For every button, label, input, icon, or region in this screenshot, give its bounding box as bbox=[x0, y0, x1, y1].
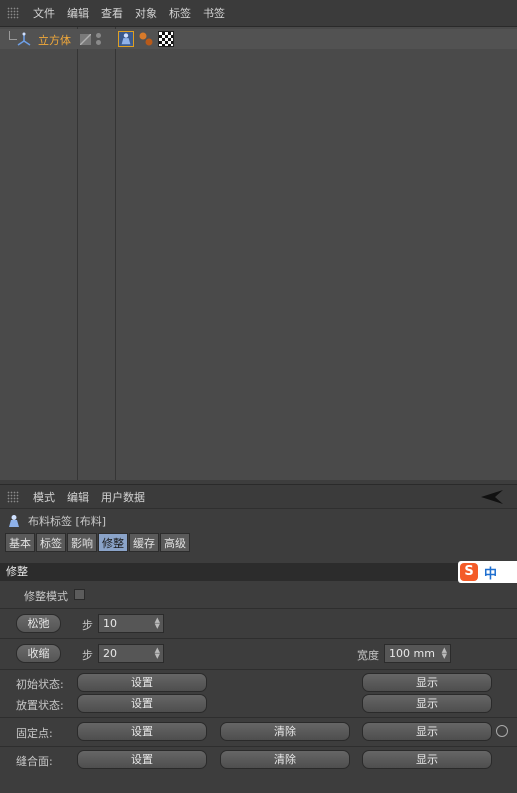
width-value: 100 mm bbox=[389, 647, 435, 660]
menu-view[interactable]: 查看 bbox=[95, 5, 129, 21]
relax-button[interactable]: 松弛 bbox=[16, 614, 61, 633]
seam-polys-set-button[interactable]: 设置 bbox=[77, 750, 207, 769]
column-divider[interactable] bbox=[77, 27, 78, 480]
attribute-manager-menubar: 模式 编辑 用户数据 bbox=[0, 485, 517, 509]
object-row-cube[interactable]: 立方体 bbox=[0, 29, 517, 49]
menu-file[interactable]: 文件 bbox=[27, 5, 61, 21]
object-list[interactable]: 立方体 bbox=[0, 27, 517, 480]
object-manager: 文件 编辑 查看 对象 标签 书签 立方体 bbox=[0, 0, 517, 480]
attribute-title: 布料标签 [布料] bbox=[0, 509, 517, 533]
menu-tags[interactable]: 标签 bbox=[163, 5, 197, 21]
width-label: 宽度 bbox=[357, 649, 379, 662]
spinner-icon[interactable]: ▲ ▼ bbox=[442, 647, 447, 660]
divider bbox=[0, 746, 517, 747]
cloth-tag-icon[interactable] bbox=[118, 31, 134, 47]
menu-bookmarks[interactable]: 书签 bbox=[197, 5, 231, 21]
fix-points-label: 固定点: bbox=[16, 727, 53, 740]
section-header: 修整 bbox=[0, 563, 517, 581]
dress-state-set-button[interactable]: 设置 bbox=[77, 694, 207, 713]
shrink-button[interactable]: 收缩 bbox=[16, 644, 61, 663]
divider bbox=[0, 638, 517, 639]
tab-dresser[interactable]: 修整 bbox=[98, 533, 128, 552]
tree-line bbox=[9, 31, 17, 40]
menu-mode[interactable]: 模式 bbox=[27, 489, 61, 505]
cloth-tag-icon bbox=[9, 515, 19, 527]
dress-state-show-button[interactable]: 显示 bbox=[362, 694, 492, 713]
column-divider[interactable] bbox=[115, 27, 116, 480]
menu-edit[interactable]: 编辑 bbox=[61, 5, 95, 21]
tab-expert[interactable]: 高级 bbox=[160, 533, 190, 552]
object-name[interactable]: 立方体 bbox=[38, 32, 71, 48]
seam-polys-show-button[interactable]: 显示 bbox=[362, 750, 492, 769]
seam-polys-clear-button[interactable]: 清除 bbox=[220, 750, 350, 769]
tab-cache[interactable]: 缓存 bbox=[129, 533, 159, 552]
fix-points-show-button[interactable]: 显示 bbox=[362, 722, 492, 741]
init-state-set-button[interactable]: 设置 bbox=[77, 673, 207, 692]
dress-state-label: 放置状态: bbox=[16, 699, 64, 712]
fix-points-clear-button[interactable]: 清除 bbox=[220, 722, 350, 741]
ime-toolbar[interactable]: S 中 bbox=[458, 561, 517, 583]
cube-object-icon bbox=[17, 32, 31, 46]
dress-mode-label: 修整模式 bbox=[24, 590, 68, 603]
attribute-title-text: 布料标签 [布料] bbox=[28, 515, 107, 528]
tab-basic[interactable]: 基本 bbox=[5, 533, 35, 552]
shrink-step-value: 20 bbox=[103, 647, 117, 660]
layer-icon[interactable] bbox=[80, 34, 91, 45]
menu-user-data[interactable]: 用户数据 bbox=[95, 489, 151, 505]
relax-step-value: 10 bbox=[103, 617, 117, 630]
tab-influence[interactable]: 影响 bbox=[67, 533, 97, 552]
relax-step-label: 步 bbox=[82, 619, 93, 632]
divider bbox=[0, 669, 517, 670]
material-spheres-icon[interactable] bbox=[138, 31, 154, 47]
checker-texture-icon[interactable] bbox=[158, 31, 174, 47]
menu-edit[interactable]: 编辑 bbox=[61, 489, 95, 505]
width-input[interactable]: 100 mm ▲ ▼ bbox=[384, 644, 451, 663]
divider bbox=[0, 608, 517, 609]
tab-bar: 基本 标签 影响 修整 缓存 高级 bbox=[0, 533, 517, 553]
spinner-icon[interactable]: ▲ ▼ bbox=[155, 647, 160, 660]
init-state-show-button[interactable]: 显示 bbox=[362, 673, 492, 692]
fix-points-radio[interactable] bbox=[496, 725, 508, 737]
object-manager-menubar: 文件 编辑 查看 对象 标签 书签 bbox=[0, 0, 517, 27]
attribute-manager: 模式 编辑 用户数据 布料标签 [布料] 基本 标签 影响 修整 缓存 高级 修… bbox=[0, 484, 517, 793]
ime-language-indicator[interactable]: 中 bbox=[484, 563, 497, 582]
spinner-icon[interactable]: ▲ ▼ bbox=[155, 617, 160, 630]
sogou-logo-icon: S bbox=[460, 563, 478, 581]
init-state-label: 初始状态: bbox=[16, 678, 64, 691]
visibility-dots-icon[interactable] bbox=[96, 33, 102, 45]
panel-grip-icon[interactable] bbox=[7, 490, 19, 503]
panel-grip-icon[interactable] bbox=[7, 7, 19, 19]
relax-step-input[interactable]: 10 ▲ ▼ bbox=[98, 614, 164, 633]
seam-polys-label: 缝合面: bbox=[16, 755, 53, 768]
menu-objects[interactable]: 对象 bbox=[129, 5, 163, 21]
shrink-step-label: 步 bbox=[82, 649, 93, 662]
tab-tag[interactable]: 标签 bbox=[36, 533, 66, 552]
back-arrow-icon[interactable] bbox=[481, 490, 503, 504]
fix-points-set-button[interactable]: 设置 bbox=[77, 722, 207, 741]
shrink-step-input[interactable]: 20 ▲ ▼ bbox=[98, 644, 164, 663]
dress-mode-checkbox[interactable] bbox=[74, 589, 85, 600]
divider bbox=[0, 717, 517, 718]
